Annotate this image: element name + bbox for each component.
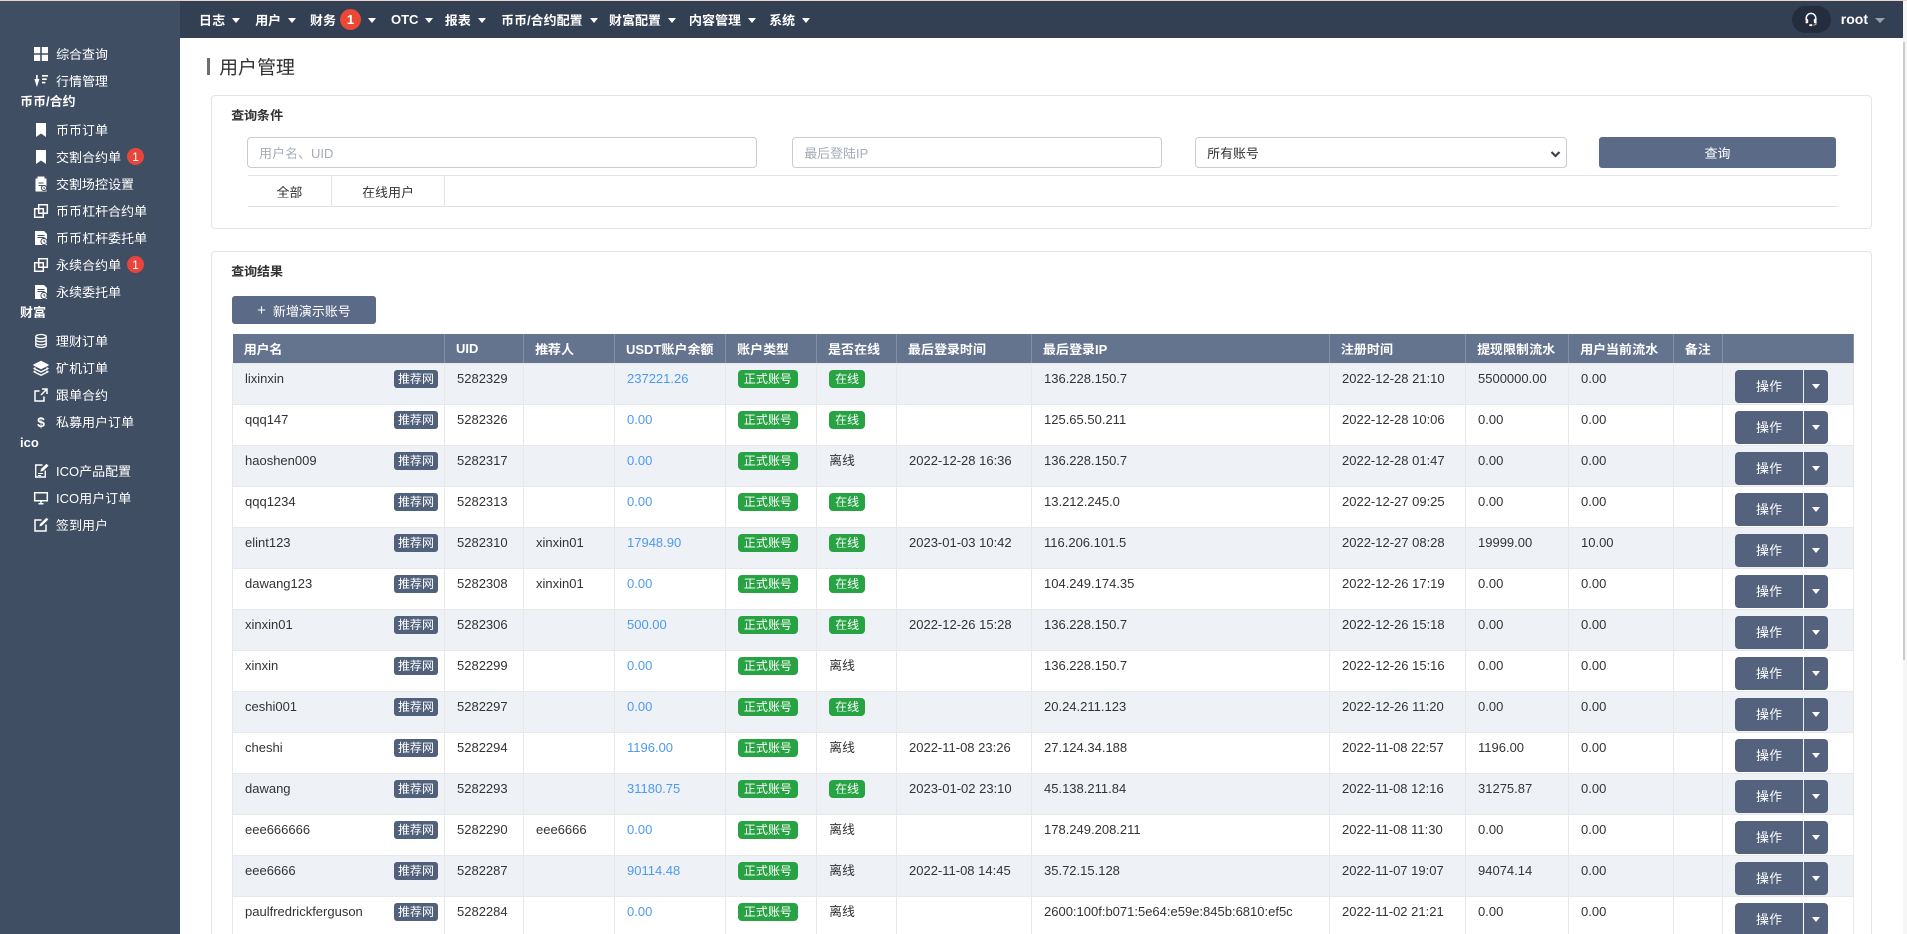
svg-text:$: $	[37, 414, 45, 430]
